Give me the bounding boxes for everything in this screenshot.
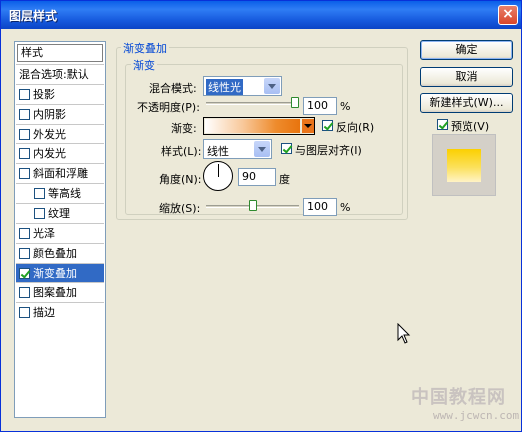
style-list-item[interactable]: 等高线: [16, 183, 104, 203]
style-list-item-label: 纹理: [48, 206, 70, 220]
style-list-item[interactable]: 混合选项:默认: [16, 64, 104, 84]
style-checkbox[interactable]: [19, 287, 30, 299]
scale-input[interactable]: 100: [303, 198, 337, 216]
angle-dial[interactable]: [203, 161, 233, 191]
chevron-down-icon: [264, 78, 280, 94]
reverse-checkbox[interactable]: [322, 120, 333, 131]
mouse-cursor-icon: [397, 323, 411, 344]
scale-percent: %: [340, 201, 351, 214]
style-list-item[interactable]: 渐变叠加: [16, 262, 104, 283]
window-title: 图层样式: [9, 9, 58, 23]
style-list-item-label: 内阴影: [33, 107, 66, 121]
chevron-down-icon: [254, 141, 270, 157]
gradient-preview: [205, 119, 300, 133]
opacity-input[interactable]: 100: [303, 97, 337, 115]
watermark-title: 中国教程网: [411, 387, 506, 408]
gradient-label: 渐变:: [171, 122, 197, 135]
watermark-url: www.jcwcn.com: [433, 409, 520, 422]
style-list-item[interactable]: 光泽: [16, 222, 104, 243]
styles-list-header[interactable]: 样式: [17, 44, 103, 62]
style-checkbox[interactable]: [34, 207, 45, 219]
angle-label: 角度(N):: [159, 173, 202, 186]
preview-swatch: [447, 149, 481, 182]
cancel-button[interactable]: 取消: [420, 67, 513, 87]
style-value: 线性: [207, 145, 229, 158]
style-list-item[interactable]: 图案叠加: [16, 282, 104, 302]
style-list-item-label: 图案叠加: [33, 286, 77, 300]
style-label: 样式(L):: [161, 145, 202, 158]
style-checkbox[interactable]: [34, 188, 45, 200]
style-checkbox[interactable]: [19, 128, 30, 140]
opacity-slider-thumb[interactable]: [291, 97, 299, 108]
style-list-item[interactable]: 斜面和浮雕: [16, 163, 104, 183]
style-list-item-label: 混合选项:默认: [19, 68, 89, 81]
angle-unit: 度: [279, 173, 290, 186]
opacity-percent: %: [340, 100, 351, 113]
style-list-item[interactable]: 颜色叠加: [16, 242, 104, 263]
title-bar: 图层样式 ×: [1, 1, 521, 29]
style-list-item-label: 渐变叠加: [33, 266, 77, 280]
style-checkbox[interactable]: [19, 227, 30, 239]
style-list-item-label: 外发光: [33, 127, 66, 141]
style-preview: [432, 134, 496, 196]
style-list-item-label: 投影: [33, 87, 55, 101]
opacity-slider[interactable]: [206, 102, 299, 105]
style-list-item-label: 斜面和浮雕: [33, 167, 88, 181]
layer-style-dialog: 图层样式 × 样式 混合选项:默认投影内阴影外发光内发光斜面和浮雕等高线纹理光泽…: [0, 0, 522, 432]
align-with-layer-checkbox[interactable]: [281, 143, 292, 154]
style-list-item-label: 描边: [33, 306, 55, 320]
new-style-button[interactable]: 新建样式(W)...: [420, 93, 513, 113]
style-list-item[interactable]: 纹理: [16, 202, 104, 223]
style-list-item[interactable]: 外发光: [16, 123, 104, 144]
blend-mode-label: 混合模式:: [149, 82, 197, 95]
style-list-item-label: 内发光: [33, 147, 66, 161]
style-list-item[interactable]: 内发光: [16, 143, 104, 163]
opacity-label: 不透明度(P):: [137, 101, 200, 114]
blend-mode-select[interactable]: 线性光: [203, 76, 282, 96]
style-checkbox[interactable]: [19, 307, 30, 319]
style-checkbox[interactable]: [19, 168, 30, 180]
style-list-item[interactable]: 投影: [16, 83, 104, 104]
preview-checkbox[interactable]: [437, 119, 448, 130]
style-checkbox[interactable]: [19, 88, 30, 100]
style-list-item[interactable]: 内阴影: [16, 103, 104, 124]
scale-slider-thumb[interactable]: [248, 200, 257, 211]
align-with-layer-label: 与图层对齐(I): [295, 144, 362, 157]
styles-list: 样式 混合选项:默认投影内阴影外发光内发光斜面和浮雕等高线纹理光泽颜色叠加渐变叠…: [14, 41, 106, 418]
style-checkbox[interactable]: [19, 267, 30, 279]
style-select[interactable]: 线性: [203, 139, 272, 159]
style-list-item-label: 颜色叠加: [33, 246, 77, 260]
style-list-item-label: 光泽: [33, 226, 55, 240]
gradient-inner-group-title: 渐变: [131, 57, 157, 73]
scale-label: 缩放(S):: [159, 202, 201, 215]
style-list-item-label: 等高线: [48, 187, 81, 201]
angle-needle: [218, 164, 219, 177]
gradient-picker[interactable]: [203, 117, 315, 135]
close-button[interactable]: ×: [498, 5, 518, 25]
blend-mode-value: 线性光: [206, 79, 243, 95]
style-checkbox[interactable]: [19, 108, 30, 120]
style-checkbox[interactable]: [19, 247, 30, 259]
ok-button[interactable]: 确定: [420, 40, 513, 60]
watermark: 中国教程网 www.jcwcn.com: [411, 383, 521, 431]
gradient-dropdown-icon[interactable]: [302, 119, 314, 133]
reverse-label: 反向(R): [336, 121, 375, 134]
style-checkbox[interactable]: [19, 148, 30, 160]
preview-label: 预览(V): [451, 120, 490, 133]
gradient-overlay-group-title: 渐变叠加: [121, 40, 169, 56]
style-list-item[interactable]: 描边: [16, 302, 104, 322]
angle-input[interactable]: 90: [238, 168, 276, 186]
